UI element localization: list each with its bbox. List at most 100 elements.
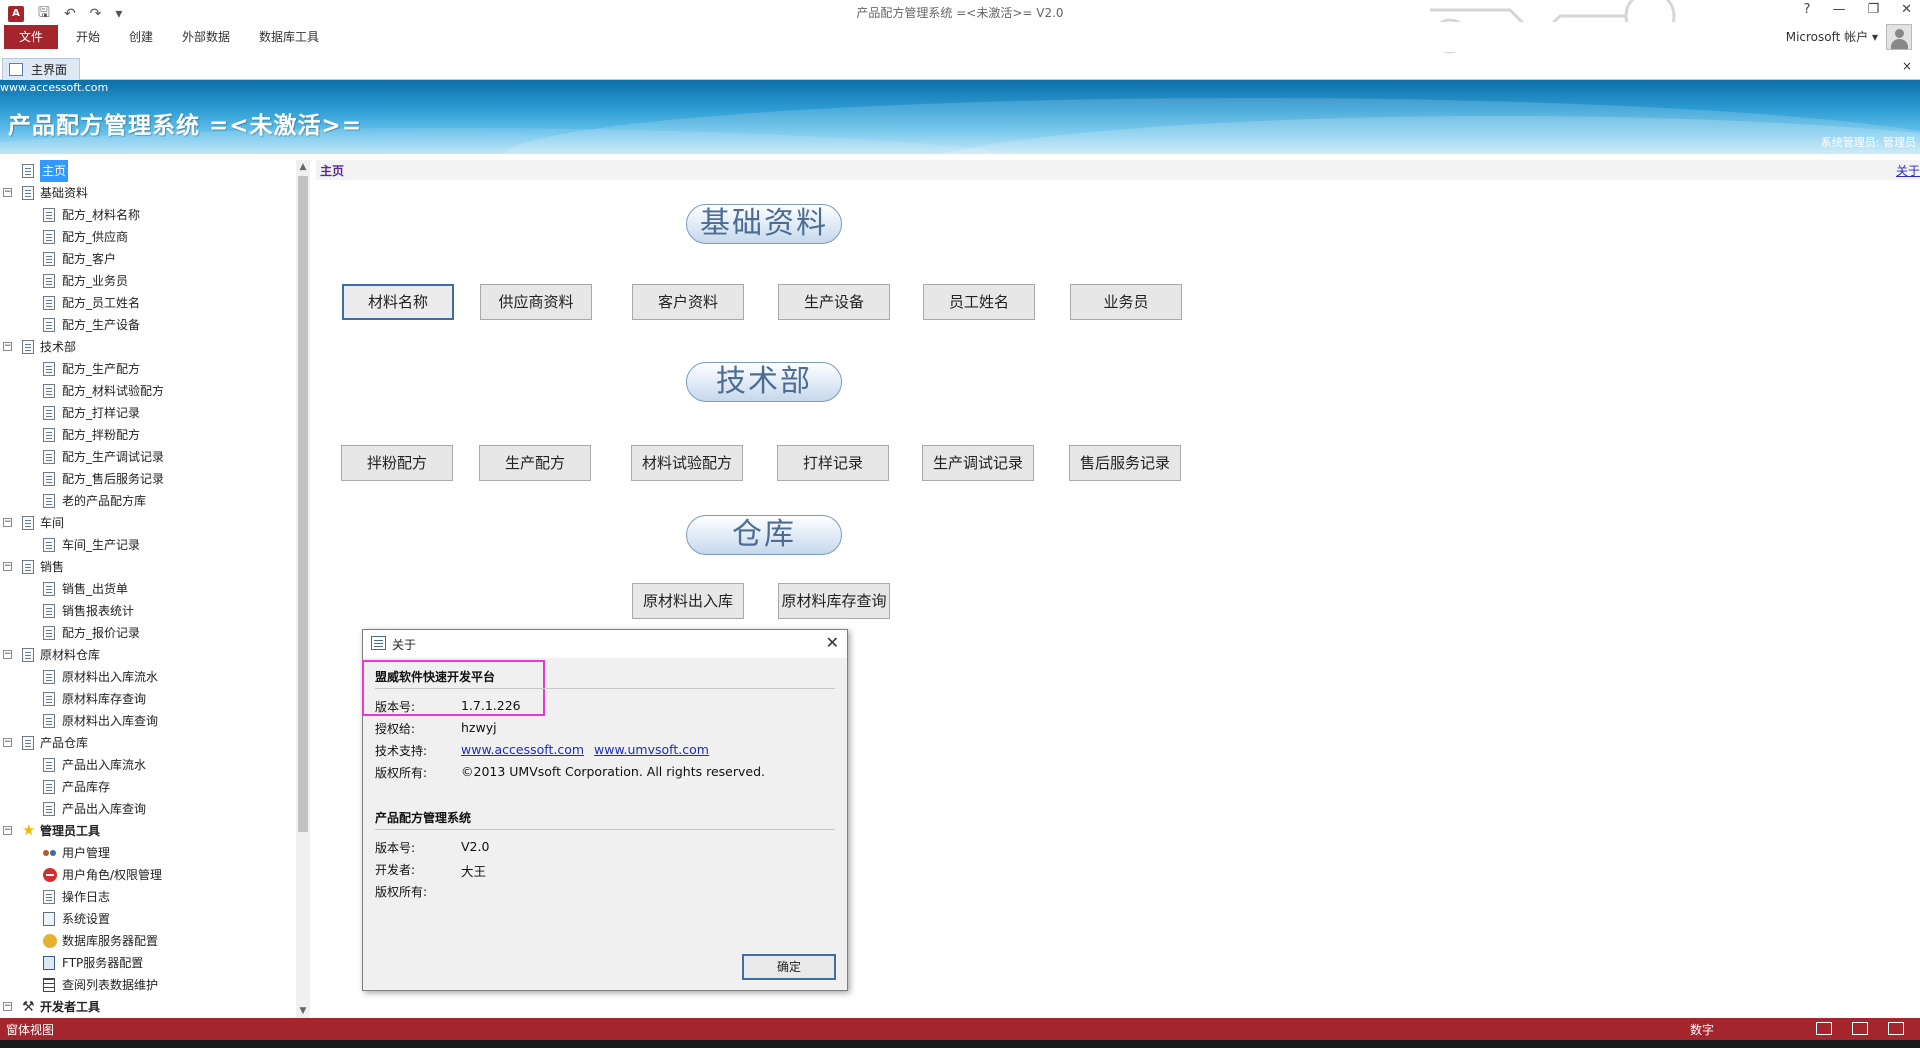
- tree-item[interactable]: − 原材料仓库: [0, 644, 294, 666]
- tree-item[interactable]: 销售_出货单: [0, 578, 294, 600]
- button-service-record[interactable]: 售后服务记录: [1069, 445, 1181, 481]
- tree-item[interactable]: FTP服务器配置: [0, 952, 294, 974]
- tree-item[interactable]: − 产品仓库: [0, 732, 294, 754]
- scrollbar-thumb[interactable]: [298, 176, 308, 832]
- tree-collapse-icon[interactable]: −: [3, 562, 12, 571]
- tree-item[interactable]: 产品出入库查询: [0, 798, 294, 820]
- avatar[interactable]: [1886, 24, 1912, 50]
- tab-create[interactable]: 创建: [121, 26, 161, 48]
- button-material-name[interactable]: 材料名称: [342, 284, 454, 320]
- tree-item[interactable]: 配方_供应商: [0, 226, 294, 248]
- tree-item-label: 车间: [40, 516, 65, 530]
- tab-database-tools[interactable]: 数据库工具: [251, 26, 327, 48]
- tree-item[interactable]: 配方_材料试验配方: [0, 380, 294, 402]
- button-material-test-formula[interactable]: 材料试验配方: [631, 445, 743, 481]
- account-button[interactable]: Microsoft 帐户 ▾: [1786, 28, 1878, 45]
- button-raw-material-stock[interactable]: 原材料库存查询: [778, 583, 890, 619]
- tree-scrollbar[interactable]: ▲ ▼: [296, 160, 310, 1018]
- form-view-icon[interactable]: [1816, 1022, 1832, 1035]
- tab-external-data[interactable]: 外部数据: [174, 26, 238, 48]
- restore-icon[interactable]: ❐: [1867, 2, 1879, 17]
- button-sample-record[interactable]: 打样记录: [777, 445, 889, 481]
- tree-item[interactable]: − ⚒ 开发者工具: [0, 996, 294, 1018]
- support-link-accessoft[interactable]: www.accessoft.com: [461, 742, 584, 757]
- banner-url[interactable]: www.accessoft.com: [0, 81, 108, 94]
- button-customer[interactable]: 客户资料: [632, 284, 744, 320]
- button-production-formula[interactable]: 生产配方: [479, 445, 591, 481]
- scroll-up-icon[interactable]: ▲: [296, 160, 310, 174]
- tree-item[interactable]: − 技术部: [0, 336, 294, 358]
- tree-item[interactable]: 配方_业务员: [0, 270, 294, 292]
- tree-item[interactable]: 配方_售后服务记录: [0, 468, 294, 490]
- tree-item[interactable]: 配方_员工姓名: [0, 292, 294, 314]
- tree-item[interactable]: 配方_生产配方: [0, 358, 294, 380]
- tree-item[interactable]: 原材料库存查询: [0, 688, 294, 710]
- stop-icon: [43, 868, 57, 882]
- dialog-close-icon[interactable]: ✕: [826, 633, 839, 652]
- breadcrumb: 主页: [320, 164, 345, 178]
- close-icon[interactable]: ✕: [1901, 2, 1912, 17]
- button-equipment[interactable]: 生产设备: [778, 284, 890, 320]
- tree-item[interactable]: 产品出入库流水: [0, 754, 294, 776]
- button-salesperson[interactable]: 业务员: [1070, 284, 1182, 320]
- tree-item-label: 操作日志: [62, 890, 111, 904]
- tree-item-label: 管理员工具: [40, 824, 101, 838]
- minimize-icon[interactable]: —: [1832, 2, 1845, 17]
- grid-icon: [43, 978, 55, 992]
- document-tab-main[interactable]: 主界面: [2, 58, 81, 80]
- tree-collapse-icon[interactable]: −: [3, 650, 12, 659]
- tree-item[interactable]: 系统设置: [0, 908, 294, 930]
- tree-item[interactable]: 老的产品配方库: [0, 490, 294, 512]
- button-raw-material-io[interactable]: 原材料出入库: [632, 583, 744, 619]
- tree-item[interactable]: 配方_打样记录: [0, 402, 294, 424]
- help-icon[interactable]: ?: [1804, 2, 1811, 17]
- tree-item[interactable]: 配方_拌粉配方: [0, 424, 294, 446]
- button-debug-record[interactable]: 生产调试记录: [922, 445, 1034, 481]
- tree-item[interactable]: 主页: [0, 160, 294, 182]
- tree-item[interactable]: 操作日志: [0, 886, 294, 908]
- tree-collapse-icon[interactable]: −: [3, 518, 12, 527]
- ok-button[interactable]: 确定: [742, 954, 836, 980]
- tree-collapse-icon[interactable]: −: [3, 188, 12, 197]
- tree-item[interactable]: − 基础资料: [0, 182, 294, 204]
- tree-item[interactable]: − 销售: [0, 556, 294, 578]
- tab-home[interactable]: 开始: [68, 26, 108, 48]
- scroll-down-icon[interactable]: ▼: [296, 1004, 310, 1018]
- tree-item-label: 原材料仓库: [40, 648, 101, 662]
- button-employee[interactable]: 员工姓名: [923, 284, 1035, 320]
- tree-item[interactable]: 配方_客户: [0, 248, 294, 270]
- tree-item[interactable]: 查阅列表数据维护: [0, 974, 294, 996]
- tree-item[interactable]: − 车间: [0, 512, 294, 534]
- tree-item[interactable]: 配方_生产设备: [0, 314, 294, 336]
- tree-item[interactable]: 原材料出入库查询: [0, 710, 294, 732]
- support-link-umvsoft[interactable]: www.umvsoft.com: [594, 742, 709, 757]
- datasheet-view-icon[interactable]: [1852, 1022, 1868, 1035]
- about-link[interactable]: 关于: [1896, 162, 1920, 179]
- tree-item[interactable]: 销售报表统计: [0, 600, 294, 622]
- tree-collapse-icon[interactable]: −: [3, 738, 12, 747]
- close-document-icon[interactable]: ×: [1902, 59, 1912, 73]
- tree-collapse-icon[interactable]: −: [3, 342, 12, 351]
- form-icon: [43, 802, 55, 816]
- form-icon: [43, 714, 55, 728]
- status-view-mode: 窗体视图: [6, 1023, 55, 1037]
- button-mixing-formula[interactable]: 拌粉配方: [341, 445, 453, 481]
- layout-view-icon[interactable]: [1888, 1022, 1904, 1035]
- form-icon: [43, 582, 55, 596]
- button-supplier[interactable]: 供应商资料: [480, 284, 592, 320]
- tree-item[interactable]: 配方_材料名称: [0, 204, 294, 226]
- tree-item[interactable]: 用户管理: [0, 842, 294, 864]
- tree-collapse-icon[interactable]: −: [3, 1002, 12, 1011]
- tree-item[interactable]: 车间_生产记录: [0, 534, 294, 556]
- tab-file[interactable]: 文件: [4, 25, 58, 49]
- form-icon: [22, 186, 34, 200]
- tree-item[interactable]: 配方_报价记录: [0, 622, 294, 644]
- tree-item[interactable]: 用户角色/权限管理: [0, 864, 294, 886]
- title-bar: A 🖫 ↶ ↷ ▾ 产品配方管理系统 =<未激活>= V2.0 ? — ❐ ✕: [0, 0, 1920, 54]
- tree-collapse-icon[interactable]: −: [3, 826, 12, 835]
- tree-item[interactable]: − ★ 管理员工具: [0, 820, 294, 842]
- tree-item[interactable]: 数据库服务器配置: [0, 930, 294, 952]
- tree-item[interactable]: 配方_生产调试记录: [0, 446, 294, 468]
- tree-item[interactable]: 产品库存: [0, 776, 294, 798]
- tree-item[interactable]: 原材料出入库流水: [0, 666, 294, 688]
